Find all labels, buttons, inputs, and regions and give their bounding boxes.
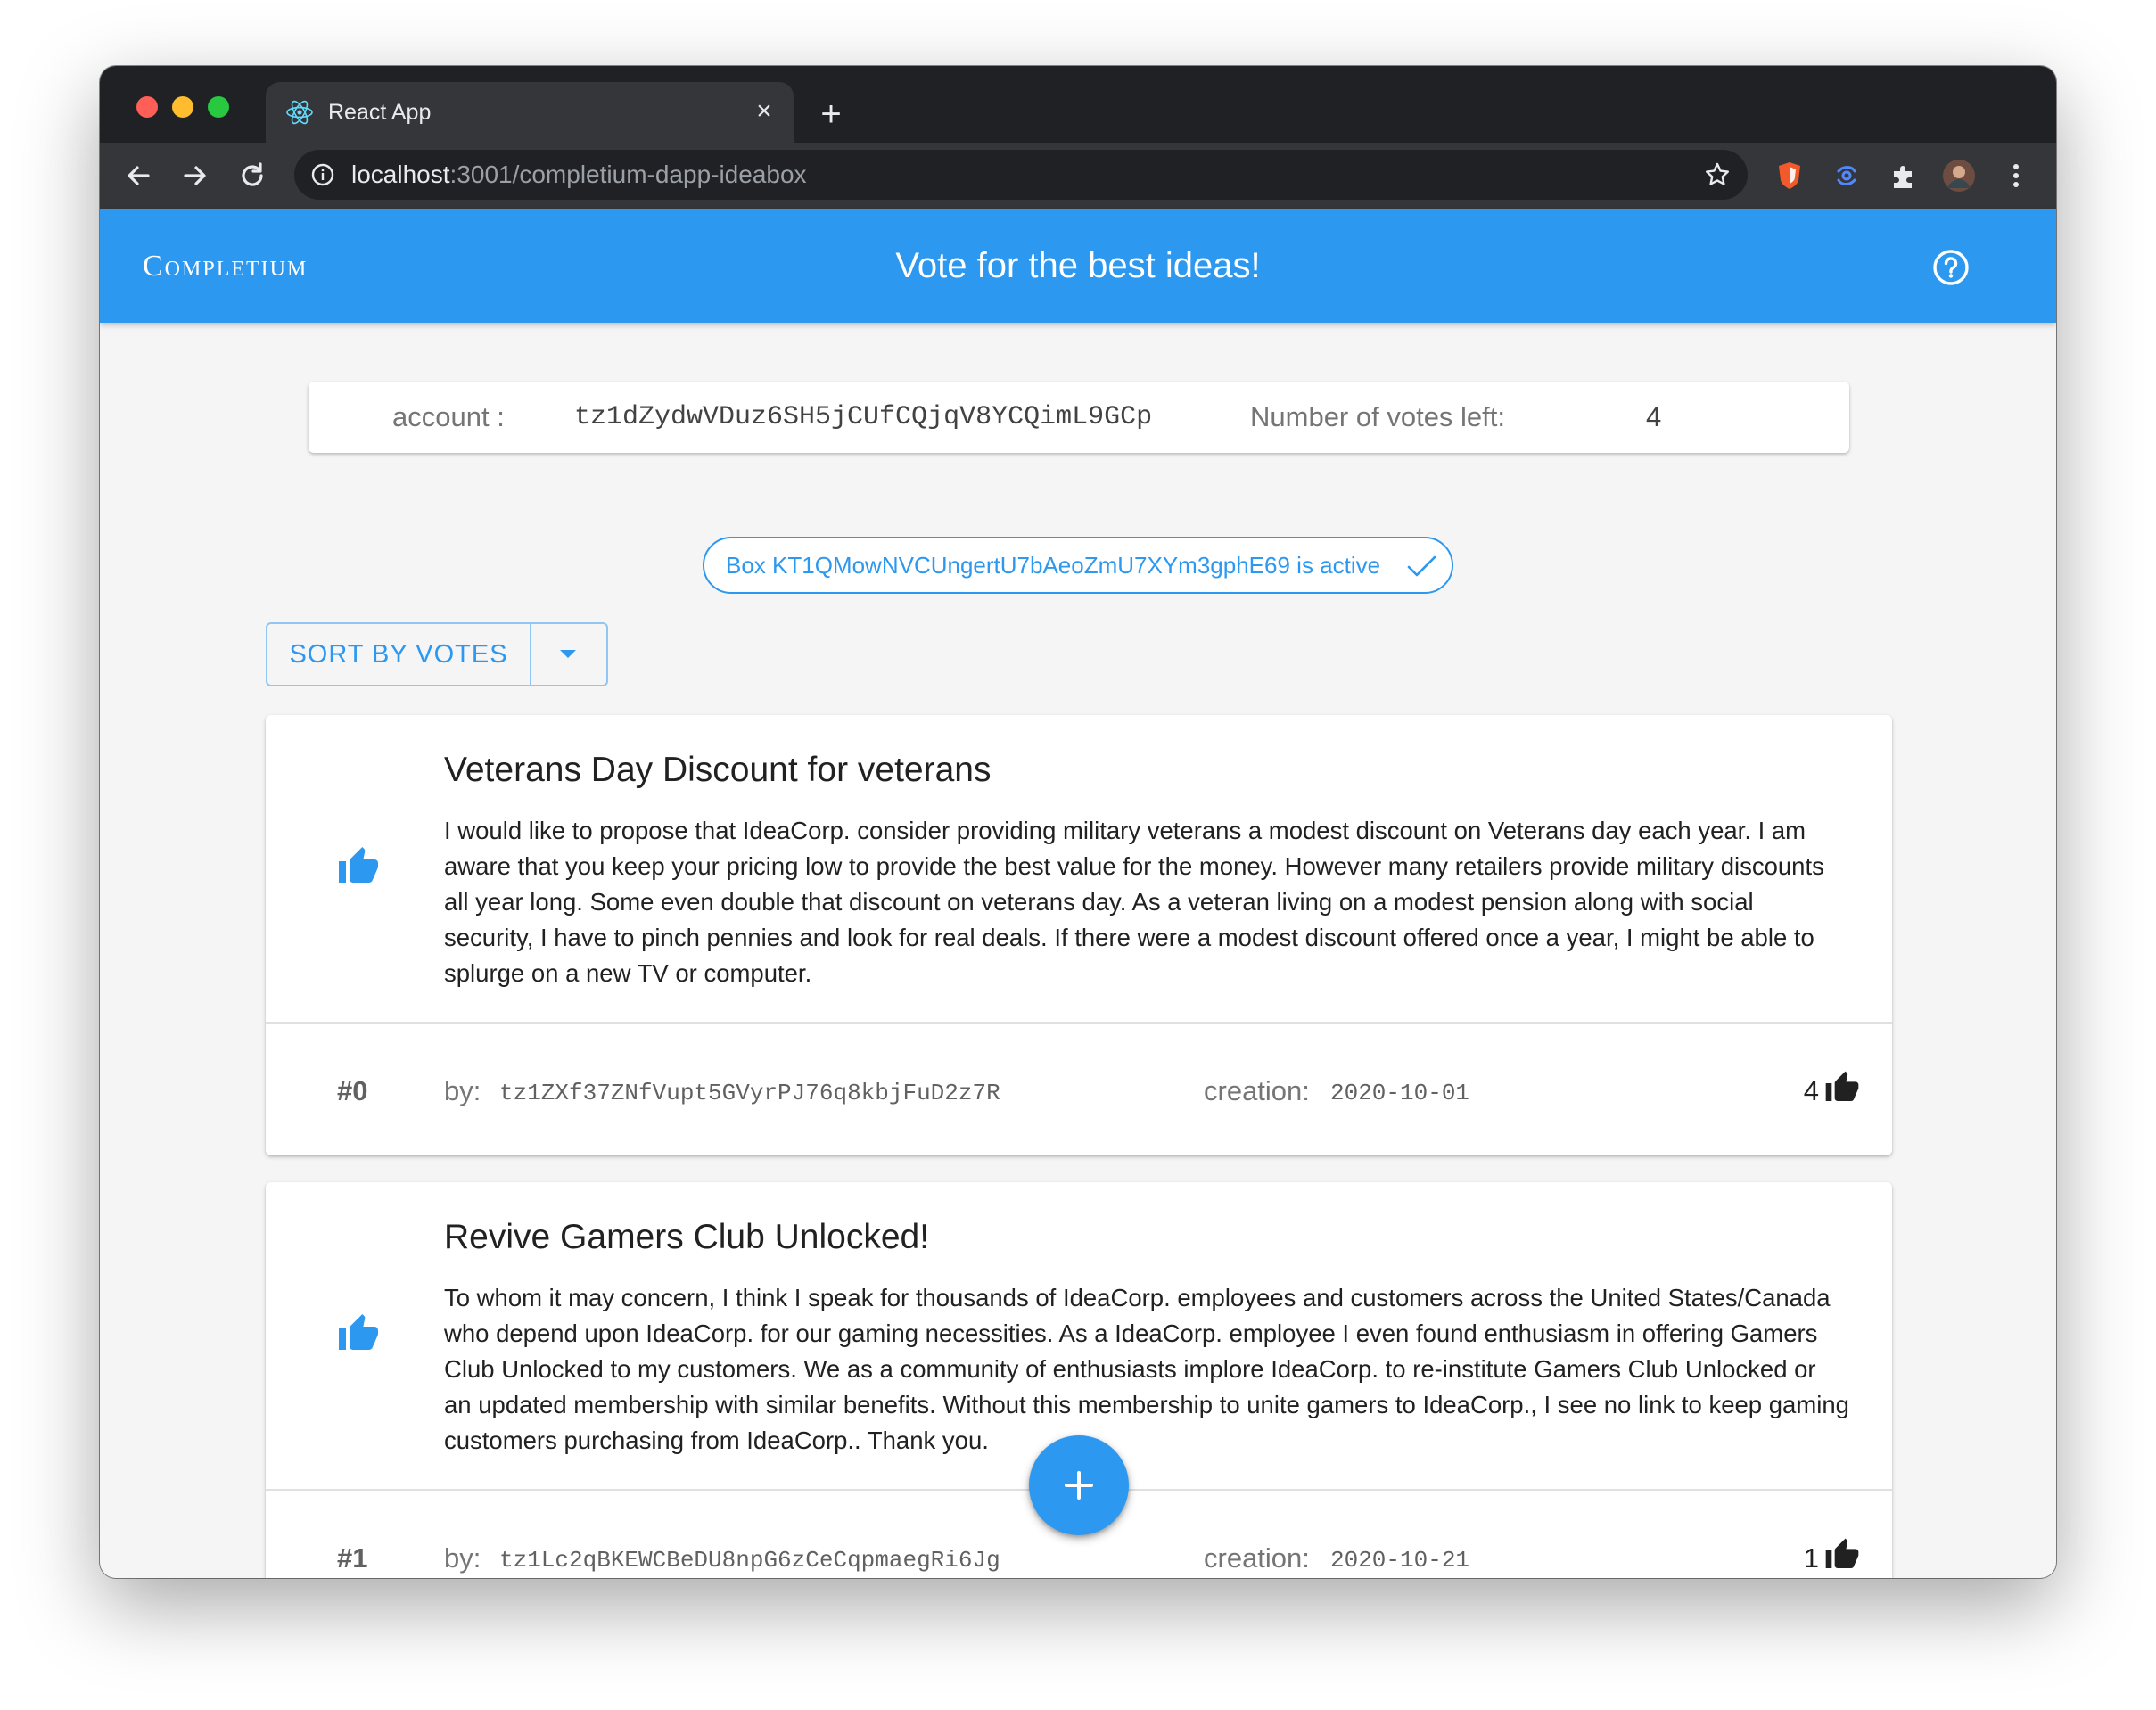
zoom-window-button[interactable] [208,96,229,118]
creation-date: 2020-10-21 [1330,1547,1470,1574]
idea-index: #1 [337,1542,368,1574]
minimize-window-button[interactable] [172,96,193,118]
browser-window: React App × + localhost:3001/completium-… [100,66,2056,1578]
profile-avatar-icon[interactable] [1942,159,1976,193]
browser-tab[interactable]: React App × [266,82,794,143]
votes-left-value: 4 [1646,401,1662,432]
caret-down-icon [560,650,576,658]
browser-menu-icon[interactable] [1999,159,2033,193]
close-window-button[interactable] [136,96,158,118]
url-path: :3001/completium-dapp-ideabox [449,160,807,188]
forward-icon[interactable] [177,157,214,194]
page-title: Vote for the best ideas! [895,246,1261,285]
author-address: tz1Lc2qBKEWCBeDU8npG6zCeCqpmaegRi6Jg [499,1547,1000,1574]
box-status-label: Box KT1QMowNVCUngertU7bAeoZmU7XYm3gphE69… [726,552,1381,579]
app-bar: Completium Vote for the best ideas! [100,209,2056,323]
tab-title: React App [328,100,432,125]
thumb-up-icon [1825,1538,1859,1568]
address-bar[interactable]: localhost:3001/completium-dapp-ideabox [294,150,1748,200]
bookmark-star-icon[interactable] [1703,160,1732,189]
site-info-icon[interactable] [310,162,335,187]
react-icon [286,100,313,125]
account-address: tz1dZydwVDuz6SH5jCUfCQjqV8YCQimL9GCp [574,402,1153,432]
add-idea-button[interactable] [1029,1435,1129,1535]
idea-index: #0 [337,1075,368,1106]
vote-count-value: 1 [1803,1542,1819,1574]
url-text: localhost:3001/completium-dapp-ideabox [351,160,807,189]
idea-title: Veterans Day Discount for veterans [444,751,992,789]
idea-title: Revive Gamers Club Unlocked! [444,1218,930,1256]
plus-icon [1065,1471,1093,1500]
vote-count-value: 4 [1803,1075,1819,1106]
card-divider [266,1022,1892,1024]
author-label: by: [444,1075,481,1106]
back-icon[interactable] [119,157,157,194]
tab-strip: React App × + [100,66,2056,143]
url-host: localhost [351,160,450,188]
brave-shield-icon[interactable] [1773,159,1806,193]
thumb-up-icon[interactable] [337,1312,380,1355]
extensions-puzzle-icon[interactable] [1887,159,1921,193]
thumb-up-icon [1825,1071,1859,1101]
votes-left-label: Number of votes left: [1250,401,1506,432]
idea-description: I would like to propose that IdeaCorp. c… [444,817,1824,987]
author-label: by: [444,1542,481,1574]
sort-button-group: SORT BY VOTES [266,622,608,686]
thumb-up-icon[interactable] [337,845,380,888]
idea-card: Veterans Day Discount for veterans I wou… [266,715,1892,1155]
creation-label: creation: [1204,1075,1310,1106]
sort-by-votes-button[interactable]: SORT BY VOTES [267,624,531,685]
account-label: account : [392,401,505,432]
new-tab-icon[interactable]: + [813,96,849,132]
box-status-chip[interactable]: Box KT1QMowNVCUngertU7bAeoZmU7XYm3gphE69… [703,537,1453,594]
reload-icon[interactable] [234,157,271,194]
creation-date: 2020-10-01 [1330,1080,1470,1106]
idea-description: To whom it may concern, I think I speak … [444,1284,1849,1454]
temple-wallet-icon[interactable] [1830,159,1864,193]
check-icon [1407,555,1436,577]
account-panel: account : tz1dZydwVDuz6SH5jCUfCQjqV8YCQi… [309,382,1849,453]
tab-close-icon[interactable]: × [749,96,779,127]
browser-toolbar: localhost:3001/completium-dapp-ideabox [100,143,2056,209]
author-address: tz1ZXf37ZNfVupt5GVyrPJ76q8kbjFuD2z7R [499,1080,1000,1106]
creation-label: creation: [1204,1542,1310,1574]
help-circle-icon[interactable] [1931,248,1971,287]
sort-dropdown-button[interactable] [531,624,606,685]
